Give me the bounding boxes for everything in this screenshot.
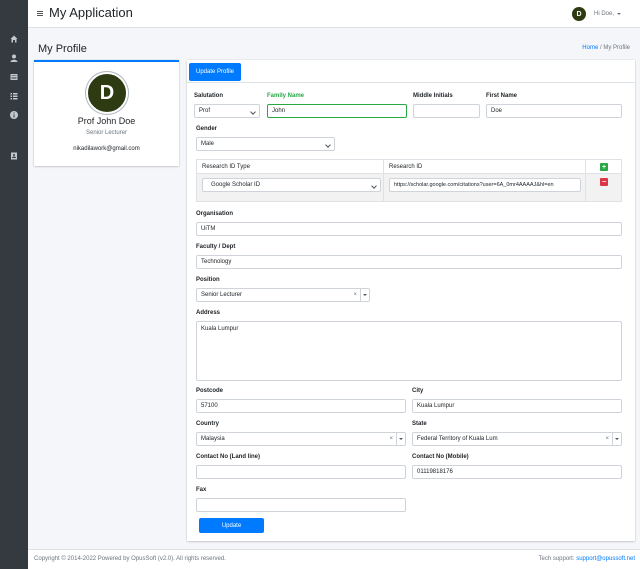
column-divider [383,174,384,201]
breadcrumb-home-link[interactable]: Home [582,45,598,51]
chevron-down-icon[interactable] [360,289,369,301]
family-name-input[interactable]: John [267,104,407,118]
tech-support: Tech support: support@opussoft.net [539,556,636,562]
gender-label: Gender [196,126,218,132]
research-id-input[interactable]: https://scholar.google.com/citations?use… [389,178,581,192]
profile-name: Prof John Doe [77,116,136,126]
remove-research-row-button[interactable]: − [600,178,608,186]
gender-value: Male [201,141,215,147]
contact-mobile-label: Contact No (Mobile) [412,454,469,460]
salutation-label: Salutation [194,93,224,99]
fax-label: Fax [196,487,207,493]
first-name-input[interactable]: Doe [486,104,622,118]
add-research-row-button[interactable]: + [600,163,608,171]
state-value: Federal Territory of Kuala Lum [417,436,498,442]
contact-mobile-input[interactable]: 01119818176 [412,465,622,479]
info-icon[interactable] [0,109,28,121]
breadcrumb-separator: / [599,45,602,51]
copyright-text: Copyright © 2014-2022 Powered by OpusSof… [34,556,226,562]
profile-summary-card: D Prof John Doe Senior Lecturer nikadila… [34,60,179,166]
id-card-icon[interactable] [0,150,28,162]
breadcrumb: Home / My Profile [582,45,630,51]
state-select[interactable]: Federal Territory of Kuala Lum × [412,432,622,446]
city-input[interactable]: Kuala Lumpur [412,399,622,413]
clear-icon[interactable]: × [353,292,357,298]
chevron-down-icon [371,183,377,189]
chevron-down-icon[interactable] [396,433,405,445]
middle-initials-label: Middle Initials [413,93,453,99]
address-label: Address [196,310,221,316]
home-icon[interactable] [0,33,28,45]
country-value: Malaysia [201,436,225,442]
user-avatar[interactable]: D [572,7,586,21]
column-divider [585,174,586,201]
column-divider [383,160,384,174]
tab-divider [187,82,635,83]
contact-land-label: Contact No (Land line) [196,454,260,460]
page-title: My Profile [38,43,87,55]
user-menu-toggle[interactable]: Hi Doe, [594,11,614,17]
tab-update-profile[interactable]: Update Profile [189,63,241,81]
clear-icon[interactable]: × [605,436,609,442]
top-navbar: My Application D Hi Doe, [28,0,640,28]
contact-land-input[interactable] [196,465,406,479]
organisation-label: Organisation [196,211,234,217]
research-table-header: Research ID Type Research ID + [196,159,622,174]
list-alt-icon[interactable] [0,71,28,83]
position-value: Senior Lecturer [201,292,243,298]
app-title: My Application [49,5,133,20]
research-id-header: Research ID [389,164,423,170]
organisation-input[interactable]: UiTM [196,222,622,236]
address-textarea[interactable]: Kuala Lumpur [196,321,622,381]
profile-avatar: D [86,72,128,114]
breadcrumb-current: My Profile [603,45,630,51]
faculty-input[interactable]: Technology [196,255,622,269]
caret-down-icon[interactable] [617,13,621,15]
research-type-value: Google Scholar ID [211,182,261,188]
postcode-input[interactable]: 57100 [196,399,406,413]
gender-select[interactable]: Male [196,137,335,151]
state-label: State [412,421,427,427]
postcode-label: Postcode [196,388,224,394]
footer: Copyright © 2014-2022 Powered by OpusSof… [28,549,640,569]
profile-role: Senior Lecturer [85,130,128,136]
position-select[interactable]: Senior Lecturer × [196,288,370,302]
update-button[interactable]: Update [199,518,264,533]
update-profile-card: Update Profile Salutation Prof Family Na… [187,60,635,541]
research-type-select[interactable]: Google Scholar ID [202,178,381,192]
chevron-down-icon [250,109,256,115]
user-icon[interactable] [0,52,28,64]
chevron-down-icon [325,142,331,148]
sidebar [0,0,28,569]
first-name-label: First Name [486,93,518,99]
hamburger-menu-icon[interactable] [37,11,43,16]
family-name-label: Family Name [267,93,305,99]
position-label: Position [196,277,220,283]
table-row: Google Scholar ID https://scholar.google… [196,174,622,202]
salutation-select[interactable]: Prof [194,104,260,118]
list-icon[interactable] [0,90,28,102]
city-label: City [412,388,424,394]
research-type-header: Research ID Type [202,164,250,170]
country-select[interactable]: Malaysia × [196,432,406,446]
salutation-value: Prof [199,108,211,114]
middle-initials-input[interactable] [413,104,480,118]
chevron-down-icon[interactable] [612,433,621,445]
country-label: Country [196,421,219,427]
faculty-label: Faculty / Dept [196,244,236,250]
fax-input[interactable] [196,498,406,512]
clear-icon[interactable]: × [389,436,393,442]
profile-email: nikadilawork@gmail.com [73,146,140,152]
column-divider [585,160,586,174]
tech-support-label: Tech support: [538,556,575,562]
support-email-link[interactable]: support@opussoft.net [576,556,635,562]
